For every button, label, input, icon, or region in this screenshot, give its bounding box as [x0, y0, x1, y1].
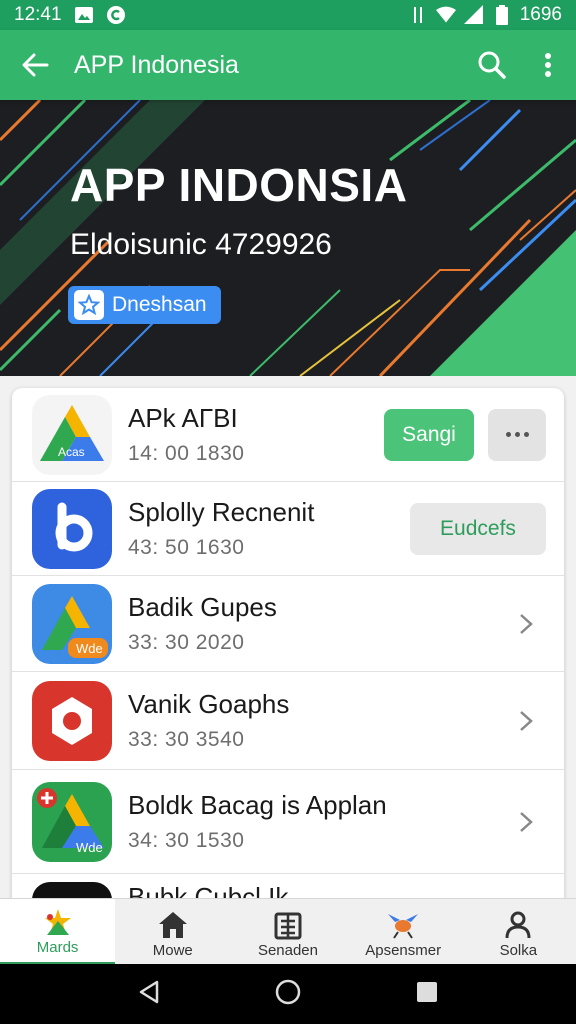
app-icon-tag: Wde: [76, 640, 103, 656]
hero-subtitle: Eldoisunic 4729926: [70, 228, 332, 261]
more-dots-icon: [505, 432, 511, 437]
chevron-right-icon[interactable]: [506, 701, 546, 741]
app-icon: [32, 488, 112, 569]
list-item[interactable]: Wde Boldk Bacag is Applan 34: 30 1530: [12, 770, 564, 874]
app-icon: Wde: [32, 583, 112, 664]
sync-notification-icon: [106, 5, 126, 25]
battery-text: 1696: [519, 4, 562, 25]
system-back-icon[interactable]: [138, 980, 160, 1009]
building-icon: [271, 910, 305, 940]
hero-badge-label: Dneshsan: [112, 293, 207, 316]
link-b-icon: [55, 502, 93, 551]
wifi-icon: [435, 5, 456, 25]
app-name: APk AΓBI: [128, 403, 238, 433]
battery-icon: [492, 5, 512, 25]
more-options-button[interactable]: [488, 408, 546, 461]
drive-triangle-icon: [40, 404, 104, 461]
app-icon: Acas: [32, 394, 112, 475]
leaf-star-icon: [41, 907, 75, 937]
overflow-menu-button[interactable]: [520, 30, 576, 100]
system-recents-icon[interactable]: [416, 981, 438, 1008]
data-icon: [408, 5, 428, 25]
app-icon: [32, 680, 112, 761]
nav-item-apsensmer[interactable]: Apsensmer: [346, 899, 461, 965]
app-meta: 43: 50 1630: [128, 536, 245, 559]
app-list: Acas APk AΓBI 14: 00 1830 Sangi Splolly …: [12, 388, 564, 918]
chevron-right-icon[interactable]: [506, 604, 546, 644]
hexagon-shield-icon: [52, 696, 92, 745]
app-meta: 34: 30 1530: [128, 829, 245, 852]
list-item[interactable]: Vanik Goaphs 33: 30 3540: [12, 672, 564, 770]
nav-item-senaden[interactable]: Senaden: [230, 899, 345, 965]
search-button[interactable]: [464, 30, 520, 100]
photo-notification-icon: [74, 5, 94, 25]
app-meta: 14: 00 1830: [128, 442, 245, 465]
bottom-navigation: Mards Mowe Senaden Apsensmer Solka: [0, 898, 576, 965]
search-icon: [478, 51, 506, 79]
system-navigation-bar: [0, 964, 576, 1024]
app-icon-tag: Acas: [58, 444, 85, 459]
app-meta: 33: 30 2020: [128, 631, 245, 654]
app-bar: APP Indonesia: [0, 30, 576, 100]
nav-label: Apsensmer: [365, 942, 442, 959]
signal-icon: [463, 5, 484, 25]
person-icon: [501, 910, 535, 940]
nav-item-mowe[interactable]: Mowe: [115, 899, 230, 965]
list-item[interactable]: Splolly Recnenit 43: 50 1630 Eudcefs: [12, 482, 564, 576]
status-bar: 12:41 1696: [0, 0, 576, 30]
nav-label: Senaden: [257, 942, 318, 959]
hero-title: APP INDONSIA: [70, 159, 408, 211]
app-name: Splolly Recnenit: [128, 497, 315, 527]
primary-action-button[interactable]: Sangi: [384, 408, 474, 461]
nav-item-mards[interactable]: Mards: [0, 899, 116, 965]
app-bar-title: APP Indonesia: [74, 50, 239, 79]
app-name: Vanik Goaphs: [128, 689, 290, 719]
app-name: Boldk Bacag is Applan: [128, 790, 387, 820]
hero-banner[interactable]: APP INDONSIA Eldoisunic 4729926 Dneshsan: [0, 100, 576, 376]
bird-icon: [386, 910, 420, 940]
status-time: 12:41: [14, 4, 62, 25]
back-arrow-icon: [22, 53, 49, 77]
nav-label: Mards: [36, 939, 79, 956]
nav-label: Solka: [499, 942, 538, 959]
home-icon: [156, 910, 190, 940]
more-vertical-icon: [545, 53, 551, 77]
app-icon-tag: Wde: [76, 839, 103, 855]
secondary-action-button[interactable]: Eudcefs: [410, 502, 546, 555]
app-name: Badik Gupes: [128, 592, 277, 622]
back-button[interactable]: [0, 30, 70, 100]
nav-item-solka[interactable]: Solka: [461, 899, 576, 965]
hero-badge[interactable]: Dneshsan: [68, 286, 221, 324]
star-badge-icon: [74, 290, 104, 320]
list-item[interactable]: Acas APk AΓBI 14: 00 1830 Sangi: [12, 388, 564, 482]
nav-label: Mowe: [152, 942, 193, 959]
system-home-icon[interactable]: [275, 979, 301, 1010]
list-item[interactable]: Wde Badik Gupes 33: 30 2020: [12, 576, 564, 672]
app-icon: Wde: [32, 781, 112, 862]
app-meta: 33: 30 3540: [128, 728, 245, 751]
chevron-right-icon[interactable]: [506, 802, 546, 842]
